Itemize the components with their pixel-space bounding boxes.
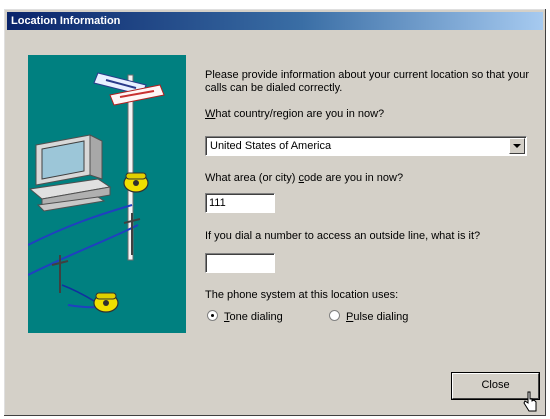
radio-unselected-icon[interactable]: [329, 310, 340, 321]
intro-text: Please provide information about your cu…: [205, 69, 530, 94]
signpost-icon: [93, 72, 165, 261]
telephone-icon: [123, 172, 149, 193]
country-select[interactable]: United States of America: [205, 136, 527, 156]
chevron-down-icon[interactable]: [509, 138, 525, 154]
outside-line-input[interactable]: [205, 253, 275, 273]
area-code-label: What area (or city) code are you in now?: [205, 172, 404, 184]
telephone-icon: [93, 292, 119, 313]
close-button-label: Close: [481, 379, 510, 391]
title-bar: Location Information: [7, 12, 543, 30]
phone-system-label: The phone system at this location uses:: [205, 289, 399, 301]
location-illustration: [28, 55, 186, 333]
mouse-pointer-icon: [523, 391, 537, 412]
radio-selected-icon[interactable]: [207, 310, 218, 321]
computer-icon: [28, 134, 112, 212]
country-select-value: United States of America: [210, 140, 332, 152]
country-label: What country/region are you in now?: [205, 108, 385, 120]
telephone-pole-icon: [51, 213, 141, 293]
area-code-input[interactable]: [205, 193, 275, 213]
tone-dialing-radio[interactable]: Tone dialing: [207, 310, 283, 323]
pulse-dialing-radio[interactable]: Pulse dialing: [329, 310, 408, 323]
outside-line-label: If you dial a number to access an outsid…: [205, 230, 481, 242]
window-title: Location Information: [11, 15, 121, 27]
location-information-dialog: Location Information Please provide info…: [3, 8, 547, 417]
